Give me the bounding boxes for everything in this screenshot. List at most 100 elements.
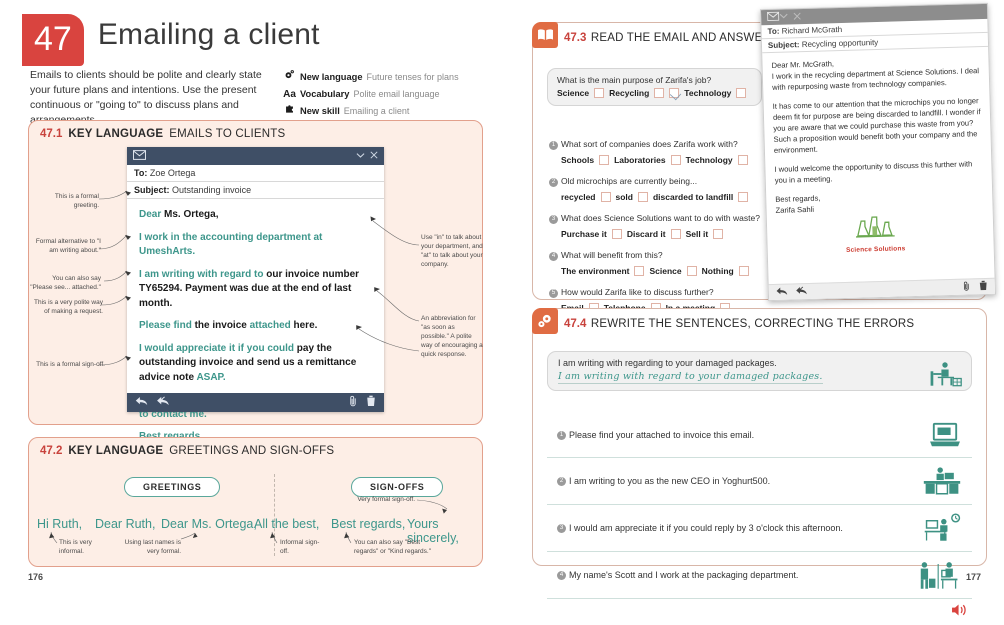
rewrite-row: 1 Please find your attached to invoice t…: [547, 413, 972, 458]
row-text: I would am appreciate it if you could re…: [569, 523, 843, 533]
email-2-subject-value: Recycling opportunity: [801, 37, 879, 50]
option-label: Discard it: [626, 229, 666, 239]
option-label: Nothing: [701, 266, 734, 276]
option-label: recycled: [561, 192, 596, 202]
option-checkbox[interactable]: [686, 266, 697, 276]
meta-value: Emailing a client: [343, 106, 410, 116]
annotation-very-informal: This is very informal.: [59, 539, 92, 555]
annotation-best-kind-regards: You can also say "Best regards" or "Kind…: [354, 539, 432, 555]
meta-row-new-language: New language Future tenses for plans: [283, 69, 498, 86]
email-2-p4: I would welcome the opportunity to discu…: [774, 159, 973, 185]
option-checkbox[interactable]: [670, 155, 681, 165]
meta-row-new-skill: New skill Emailing a client: [283, 103, 498, 120]
option-checkbox[interactable]: [600, 192, 611, 202]
option-checkbox[interactable]: [599, 155, 610, 165]
row-number: 4: [557, 570, 566, 580]
rewrite-row: 3 I would am appreciate it if you could …: [547, 505, 972, 552]
paperclip-icon[interactable]: [963, 280, 970, 293]
envelope-icon: [767, 11, 780, 23]
meta-label: New language: [300, 72, 363, 82]
email-2-body: Dear Mr. McGrath, I work in the recyclin…: [762, 47, 994, 262]
option-checkbox[interactable]: [713, 229, 724, 239]
reply-icon[interactable]: [776, 287, 788, 298]
email-2-p2: I work in the recycling department at Sc…: [771, 66, 980, 92]
example-question-box: What is the main purpose of Zarifa's job…: [547, 68, 762, 106]
aa-icon: Aa: [283, 88, 296, 100]
question-options: recycled sold discarded to landfill: [561, 192, 771, 202]
annotation-formal-signoff: This is a formal sign-off.: [36, 361, 105, 368]
annotation-in-at-usage: Use "in" to talk about your department, …: [421, 234, 483, 268]
desk-clock-icon: [902, 513, 962, 543]
email-2-to-value: Richard McGrath: [781, 24, 843, 36]
meta-value: Polite email language: [353, 88, 440, 99]
option-checkbox[interactable]: [736, 88, 747, 98]
meta-label: New skill: [300, 106, 340, 116]
annotation-please-see-attached: You can also say "Please see... attached…: [30, 275, 101, 291]
question-text: What does Science Solutions want to do w…: [561, 213, 760, 223]
email-window-2: To: Richard McGrath Subject: Recycling o…: [759, 2, 997, 302]
row-text: Please find your attached to invoice thi…: [569, 430, 755, 440]
question-options: The environment Science Nothing: [561, 266, 771, 276]
question-number: 3: [549, 214, 558, 224]
question-item: 4 What will benefit from this? The enviro…: [549, 245, 771, 276]
annotation-asap-meaning: An abbreviation for "as soon as possible…: [421, 315, 483, 358]
page-left: 47 Emailing a client Emails to clients s…: [0, 0, 502, 600]
trash-icon[interactable]: [979, 280, 988, 293]
option-checkbox[interactable]: [654, 88, 665, 98]
option-checkbox[interactable]: [637, 192, 648, 202]
option-label: The environment: [561, 266, 630, 276]
option-label: discarded to landfill: [652, 192, 734, 202]
question-number: 5: [549, 288, 558, 298]
email-2-p3: It has come to our attention that the mi…: [772, 96, 981, 155]
example-prompt: I am writing with regarding to your dama…: [558, 358, 777, 368]
row-text: My name's Scott and I work at the packag…: [569, 570, 799, 580]
exercise-47-2-panel: 47.2 KEY LANGUAGE GREETINGS AND SIGN-OFF…: [28, 437, 483, 567]
option-label: sold: [615, 192, 633, 202]
option-checkbox-checked[interactable]: [669, 88, 680, 98]
beakers-icon: [852, 216, 898, 243]
speaker-icon[interactable]: [951, 603, 968, 622]
unit-meta-list: New language Future tenses for plans Aa …: [283, 69, 498, 121]
question-item: 2 Old microchips are currently being... r…: [549, 171, 771, 202]
meta-row-vocabulary: Aa Vocabulary Polite email language: [283, 87, 498, 103]
meta-value: Future tenses for plans: [366, 72, 459, 82]
option-checkbox[interactable]: [738, 192, 749, 202]
email-2-to-label: To:: [767, 26, 780, 37]
rewrite-rows: 1 Please find your attached to invoice t…: [547, 413, 972, 625]
laptop-icon: [902, 421, 962, 449]
option-checkbox[interactable]: [738, 266, 749, 276]
question-text: How would Zarifa like to discuss further…: [561, 287, 714, 297]
option-checkbox[interactable]: [670, 229, 681, 239]
close-icon[interactable]: [793, 12, 801, 22]
example-question-text: What is the main purpose of Zarifa's job…: [557, 75, 712, 85]
option-checkbox[interactable]: [594, 88, 605, 98]
exercise-47-4-panel: 47.4 REWRITE THE SENTENCES, CORRECTING T…: [532, 308, 987, 616]
reply-all-icon[interactable]: [796, 286, 811, 297]
option-label: Recycling: [609, 88, 650, 98]
question-number: 2: [549, 177, 558, 187]
chevron-down-icon[interactable]: [779, 12, 788, 21]
question-text: What will benefit from this?: [561, 250, 663, 260]
option-checkbox[interactable]: [634, 266, 645, 276]
book-icon: [532, 22, 558, 48]
meta-label: Vocabulary: [300, 88, 350, 99]
row-text: I am writing to you as the new CEO in Yo…: [569, 476, 771, 486]
row-number: 3: [557, 523, 566, 533]
question-text: What sort of companies does Zarifa work …: [561, 139, 738, 149]
rewrite-row: 2 I am writing to you as the new CEO in …: [547, 458, 972, 505]
annotation-polite-request: This is a very polite way of making a re…: [34, 299, 103, 315]
annotation-formal-greeting: This is a formal greeting.: [54, 193, 99, 209]
example-rewrite-box: I am writing with regarding to your dama…: [547, 351, 972, 391]
option-label: Science: [557, 88, 590, 98]
email-2-logo-name: Science Solutions: [845, 245, 906, 254]
option-label: Sell it: [685, 229, 709, 239]
option-checkbox[interactable]: [611, 229, 622, 239]
question-number: 4: [549, 251, 558, 261]
page-title: Emailing a client: [97, 18, 320, 51]
unit-intro: Emails to clients should be polite and c…: [30, 69, 262, 126]
office-desk-icon: [902, 466, 962, 496]
exercise-number: 47.3: [564, 31, 587, 44]
option-checkbox[interactable]: [737, 155, 748, 165]
question-list: 1 What sort of companies does Zarifa work…: [549, 128, 771, 313]
row-number: 1: [557, 430, 566, 440]
